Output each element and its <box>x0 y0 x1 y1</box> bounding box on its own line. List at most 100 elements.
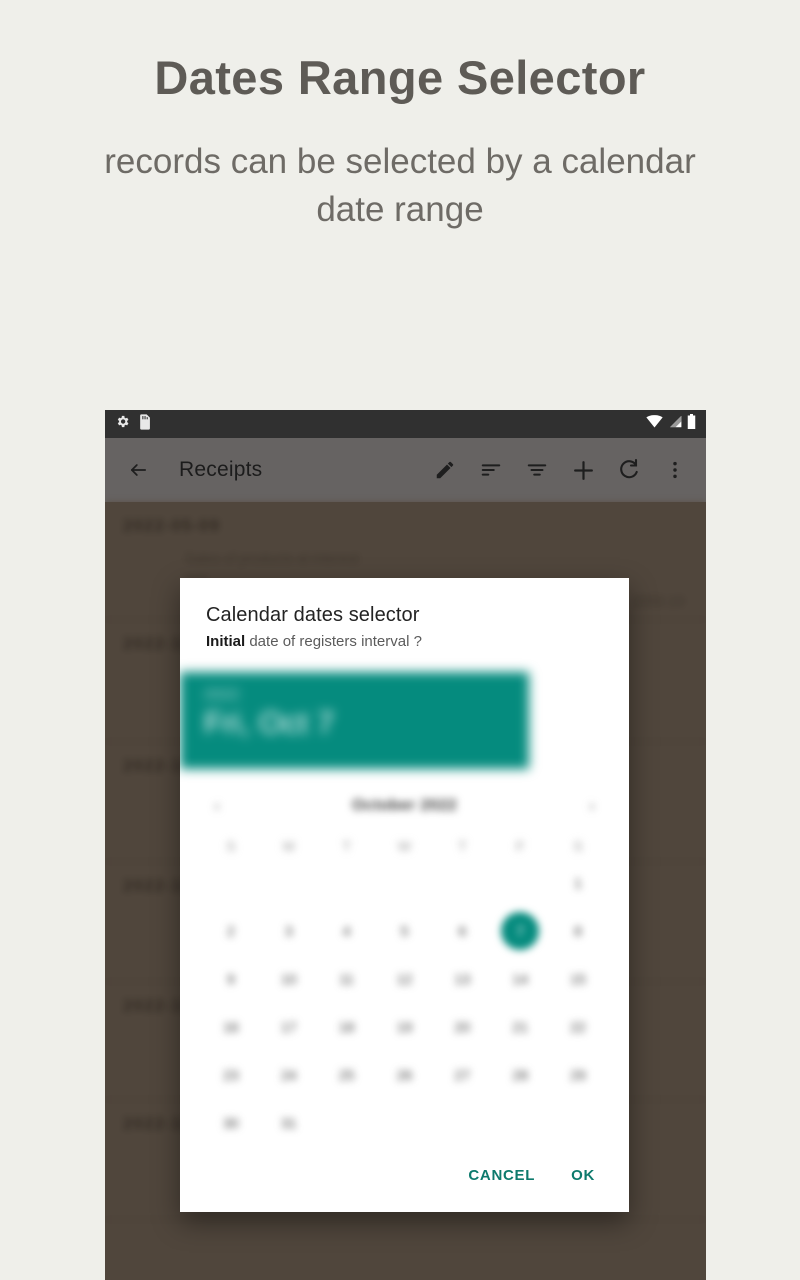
page-subtitle: records can be selected by a calendar da… <box>104 141 696 229</box>
pencil-icon[interactable] <box>432 459 458 481</box>
overflow-menu-icon[interactable] <box>662 459 688 481</box>
calendar-weekday-row: SMTWTFS <box>202 829 607 863</box>
calendar-day-label: 5 <box>400 923 409 939</box>
cell-signal-icon <box>668 415 682 433</box>
calendar-weekday: T <box>342 838 351 854</box>
calendar-day[interactable]: 29 <box>549 1055 607 1095</box>
next-month-button[interactable]: › <box>577 796 607 816</box>
calendar-day[interactable]: 19 <box>376 1007 434 1047</box>
calendar-day[interactable]: 1 <box>549 863 607 903</box>
calendar-day[interactable]: 18 <box>318 1007 376 1047</box>
calendar-day-label: 26 <box>396 1067 413 1083</box>
calendar-weekday: F <box>515 838 525 854</box>
calendar-day-label: 6 <box>458 923 467 939</box>
calendar-day-label: 16 <box>223 1019 239 1035</box>
record-date: 2022-05-09 <box>123 516 220 535</box>
calendar-day-label: 7 <box>501 912 540 950</box>
calendar-day-label: 8 <box>574 923 582 939</box>
calendar-day[interactable]: 13 <box>433 959 491 999</box>
calendar-day[interactable]: 22 <box>549 1007 607 1047</box>
calendar-day[interactable]: 27 <box>433 1055 491 1095</box>
calendar-day-label: 18 <box>338 1019 355 1035</box>
calendar-day-label: 24 <box>280 1067 297 1083</box>
calendar-day-label: 21 <box>512 1019 528 1035</box>
calendar-day[interactable]: 26 <box>376 1055 434 1095</box>
calendar-day[interactable]: 5 <box>376 911 434 951</box>
promo-screenshot-page: Dates Range Selector records can be sele… <box>0 0 800 1280</box>
calendar-day-blank <box>491 863 549 903</box>
selected-year-label[interactable]: 2022 <box>204 686 529 703</box>
calendar-weekday: W <box>397 838 412 854</box>
calendar-day[interactable]: 28 <box>491 1055 549 1095</box>
calendar-month-nav: ‹ October 2022 › <box>202 783 607 829</box>
sdcard-icon <box>138 413 151 435</box>
calendar-day-label: 27 <box>454 1067 471 1083</box>
sort-icon[interactable] <box>478 459 504 481</box>
calendar-day-label: 30 <box>223 1115 239 1131</box>
dialog-header: Calendar dates selector Initial date of … <box>180 578 629 672</box>
dialog-title: Calendar dates selector <box>206 604 420 626</box>
calendar-day[interactable]: 8 <box>549 911 607 951</box>
prev-month-button[interactable]: ‹ <box>202 796 232 816</box>
calendar-day-blank <box>433 863 491 903</box>
settings-gear-icon <box>115 414 130 434</box>
calendar-day-label: 22 <box>570 1019 586 1035</box>
status-bar-right-icons <box>646 414 696 434</box>
calendar-day[interactable]: 31 <box>260 1103 318 1143</box>
calendar-body[interactable]: ‹ October 2022 › SMTWTFS 1 2 3 4 5 6 7 8 9 10 11 12… <box>180 769 629 1149</box>
calendar-day-grid[interactable]: 1 2 3 4 5 6 7 8 9 10 11 12 13 14 15 16 17 18 19 20 21 22 23 24 2… <box>202 863 607 1143</box>
selected-date-header[interactable]: 2022 Fri, Oct 7 <box>180 672 529 769</box>
status-bar-left-icons <box>115 413 151 435</box>
calendar-day[interactable]: 2 <box>202 911 260 951</box>
dialog-subtitle-emphasis: Initial <box>206 633 246 650</box>
calendar-day-label: 20 <box>454 1019 471 1035</box>
calendar-day[interactable]: 25 <box>318 1055 376 1095</box>
calendar-day-blank <box>318 863 376 903</box>
record-amount: 2050.10 <box>633 593 684 609</box>
calendar-day-label: 4 <box>342 923 351 939</box>
calendar-day[interactable]: 3 <box>260 911 318 951</box>
selected-day-label[interactable]: Fri, Oct 7 <box>204 705 529 741</box>
calendar-day-label: 28 <box>512 1067 528 1083</box>
calendar-day-selected[interactable]: 7 <box>491 911 549 951</box>
calendar-dates-selector-dialog: Calendar dates selector Initial date of … <box>180 578 629 1212</box>
calendar-day[interactable]: 24 <box>260 1055 318 1095</box>
calendar-day-label: 23 <box>223 1067 239 1083</box>
calendar-day-label: 13 <box>454 971 471 987</box>
plus-icon[interactable] <box>570 458 596 483</box>
app-bar-actions <box>432 458 692 483</box>
calendar-day-label: 9 <box>227 971 235 987</box>
calendar-day[interactable]: 9 <box>202 959 260 999</box>
calendar-day[interactable]: 11 <box>318 959 376 999</box>
calendar-day[interactable]: 15 <box>549 959 607 999</box>
calendar-day[interactable]: 23 <box>202 1055 260 1095</box>
calendar-day[interactable]: 16 <box>202 1007 260 1047</box>
calendar-day[interactable]: 17 <box>260 1007 318 1047</box>
calendar-weekday: S <box>573 838 583 854</box>
calendar-day[interactable]: 14 <box>491 959 549 999</box>
refresh-icon[interactable] <box>616 458 642 482</box>
calendar-day-label: 14 <box>512 971 528 987</box>
calendar-day[interactable]: 30 <box>202 1103 260 1143</box>
promo-text-block: Dates Range Selector records can be sele… <box>0 0 800 234</box>
dialog-subtitle: Initial date of registers interval ? <box>206 633 603 650</box>
calendar-day[interactable]: 6 <box>433 911 491 951</box>
calendar-day[interactable]: 4 <box>318 911 376 951</box>
calendar-day[interactable]: 12 <box>376 959 434 999</box>
ok-button[interactable]: OK <box>559 1159 607 1192</box>
calendar-day-label: 1 <box>574 875 582 891</box>
cancel-button[interactable]: CANCEL <box>456 1159 547 1192</box>
calendar-day[interactable]: 20 <box>433 1007 491 1047</box>
calendar-day[interactable]: 21 <box>491 1007 549 1047</box>
calendar-day-label: 11 <box>339 971 354 987</box>
calendar-day-blank <box>376 863 434 903</box>
back-button[interactable] <box>119 460 157 480</box>
calendar-day-label: 2 <box>227 923 235 939</box>
calendar-day-label: 15 <box>570 971 586 987</box>
calendar-day[interactable]: 10 <box>260 959 318 999</box>
filter-icon[interactable] <box>524 459 550 481</box>
phone-device-frame: Receipts 2022-05-09 Sales of products at… <box>105 410 706 1280</box>
calendar-day-label: 29 <box>570 1067 586 1083</box>
dialog-actions: CANCEL OK <box>180 1149 629 1212</box>
calendar-day-blank <box>260 863 318 903</box>
